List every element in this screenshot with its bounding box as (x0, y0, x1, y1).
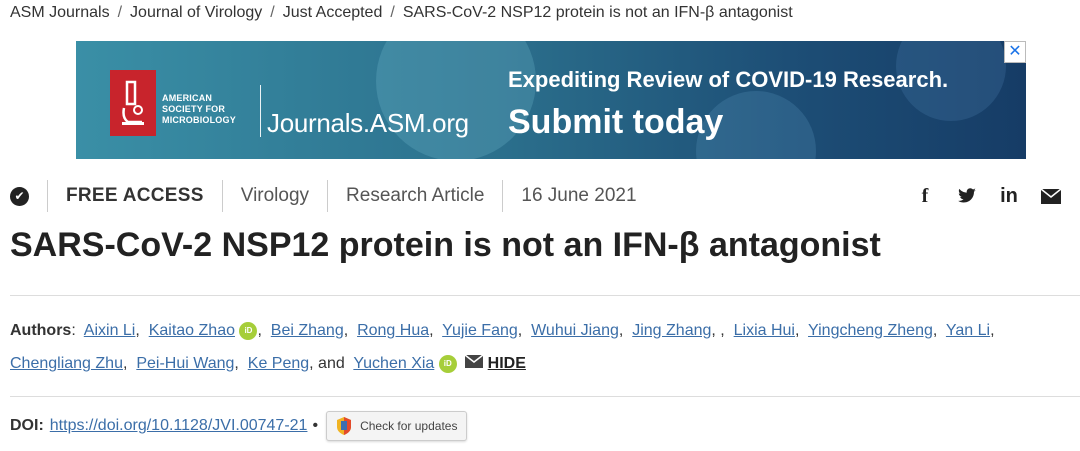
breadcrumb-separator: / (117, 4, 123, 21)
banner-cta[interactable]: Submit today (508, 103, 723, 142)
breadcrumb-current: SARS-CoV-2 NSP12 protein is not an IFN-β… (402, 4, 793, 21)
banner-journals-url: Journals.ASM.org (267, 108, 469, 138)
author-link[interactable]: Rong Hua (357, 322, 429, 339)
breadcrumb-just-accepted[interactable]: Just Accepted (283, 4, 383, 21)
facebook-icon[interactable]: f (904, 182, 946, 210)
asm-org-line: MICROBIOLOGY (162, 115, 236, 125)
author-link[interactable]: Ke Peng (248, 355, 309, 372)
article-meta-row: ✔ FREE ACCESS Virology Research Article … (10, 180, 655, 212)
author-link[interactable]: Yan Li (946, 322, 990, 339)
doi-link[interactable]: https://doi.org/10.1128/JVI.00747-21 (50, 417, 308, 435)
asm-org-line: SOCIETY FOR (162, 104, 226, 114)
free-access-badge: FREE ACCESS (47, 180, 222, 212)
authors-label: Authors (10, 322, 72, 339)
author-link[interactable]: Yujie Fang (442, 322, 518, 339)
doi-label: DOI: (10, 417, 44, 434)
breadcrumb-asm-journals[interactable]: ASM Journals (10, 4, 110, 21)
doi-row: DOI: https://doi.org/10.1128/JVI.00747-2… (10, 411, 468, 441)
author-link[interactable]: Yingcheng Zheng (808, 322, 933, 339)
subject-label[interactable]: Virology (221, 180, 327, 212)
orcid-icon[interactable]: iD (239, 322, 258, 340)
author-link[interactable]: Lixia Hui (734, 322, 795, 339)
author-link[interactable]: Jing Zhang (632, 322, 711, 339)
authors-and: and (318, 355, 345, 372)
doi-bullet: • (312, 417, 319, 434)
author-link[interactable]: Aixin Li (84, 322, 136, 339)
hide-authors-toggle[interactable]: HIDE (488, 355, 526, 372)
asm-org-line: AMERICAN (162, 93, 213, 103)
breadcrumb-separator: / (390, 4, 395, 21)
author-link[interactable]: Chengliang Zhu (10, 355, 123, 372)
breadcrumb-journal-of-virology[interactable]: Journal of Virology (130, 4, 262, 21)
authors-list: Authors: Aixin Li, Kaitao Zhao iD, Bei Z… (10, 322, 995, 373)
linkedin-icon[interactable]: in (988, 182, 1030, 210)
check-icon: ✔ (10, 186, 29, 206)
breadcrumb-separator: / (270, 4, 275, 21)
breadcrumb: ASM Journals / Journal of Virology / Just Ac… (10, 4, 793, 22)
author-link[interactable]: Wuhui Jiang (531, 322, 619, 339)
article-type-label: Research Article (327, 180, 502, 212)
asm-org-name: AMERICAN SOCIETY FOR MICROBIOLOGY (162, 93, 236, 126)
email-icon[interactable] (1030, 182, 1072, 210)
twitter-icon[interactable] (946, 182, 988, 210)
check-for-updates-label: Check for updates (360, 419, 458, 433)
email-icon[interactable] (465, 355, 484, 368)
author-link[interactable]: Pei-Hui Wang (136, 355, 234, 372)
asm-logo-icon (110, 70, 156, 136)
share-bar: f in (904, 182, 1072, 210)
author-link[interactable]: Kaitao Zhao (149, 322, 235, 339)
divider (10, 295, 1080, 296)
check-for-updates-button[interactable]: Check for updates (326, 411, 468, 441)
divider (10, 396, 1080, 397)
banner-headline: Expediting Review of COVID-19 Research. (508, 67, 949, 92)
author-link[interactable]: Bei Zhang (271, 322, 344, 339)
author-link[interactable]: Yuchen Xia (353, 355, 434, 372)
publication-date: 16 June 2021 (502, 180, 654, 212)
banner-divider (260, 85, 261, 137)
orcid-icon[interactable]: iD (438, 355, 457, 373)
crossmark-icon (337, 417, 352, 435)
article-title: SARS-CoV-2 NSP12 protein is not an IFN-β… (10, 226, 881, 264)
covid-banner-ad[interactable]: AMERICAN SOCIETY FOR MICROBIOLOGY Journa… (76, 41, 1026, 159)
close-icon[interactable]: ✕ (1004, 41, 1026, 63)
